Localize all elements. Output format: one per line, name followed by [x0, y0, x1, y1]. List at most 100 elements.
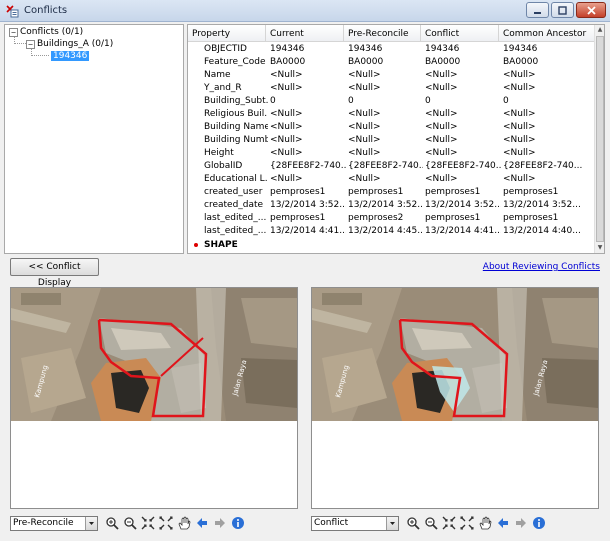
- cell-common-ancestor[interactable]: BA0000: [503, 56, 593, 69]
- cell-current[interactable]: BA0000: [270, 56, 346, 69]
- cell-pre-reconcile[interactable]: <Null>: [348, 69, 423, 82]
- attribute-grid[interactable]: Property Current Pre-Reconcile Conflict …: [187, 24, 605, 254]
- cell-current[interactable]: <Null>: [270, 69, 346, 82]
- pan-button[interactable]: [176, 515, 192, 531]
- cell-current[interactable]: <Null>: [270, 147, 346, 160]
- column-header-conflict[interactable]: Conflict: [421, 25, 499, 42]
- scroll-down-icon[interactable]: ▼: [595, 243, 604, 253]
- zoom-in-button[interactable]: [405, 515, 421, 531]
- table-row[interactable]: Building_Subt... 0 0 0 0: [188, 95, 596, 108]
- collapse-icon[interactable]: −: [26, 39, 35, 49]
- table-row[interactable]: GlobalID {28FEE8F2-740... {28FEE8F2-740...…: [188, 160, 596, 173]
- scrollbar-thumb[interactable]: [596, 36, 604, 242]
- table-row[interactable]: Height <Null> <Null> <Null> <Null>: [188, 147, 596, 160]
- column-header-pre-reconcile[interactable]: Pre-Reconcile: [344, 25, 421, 42]
- table-row[interactable]: last_edited_... 13/2/2014 4:41... 13/2/201…: [188, 225, 596, 238]
- right-view-select[interactable]: Conflict: [311, 515, 399, 531]
- zoom-out-button[interactable]: [423, 515, 439, 531]
- fixed-zoom-in-button[interactable]: [140, 515, 156, 531]
- cell-pre-reconcile[interactable]: <Null>: [348, 147, 423, 160]
- cell-common-ancestor[interactable]: <Null>: [503, 108, 593, 121]
- cell-common-ancestor[interactable]: <Null>: [503, 147, 593, 160]
- collapse-icon[interactable]: −: [9, 27, 18, 37]
- maximize-button[interactable]: [551, 2, 574, 18]
- chevron-down-icon[interactable]: [386, 516, 398, 530]
- cell-current[interactable]: <Null>: [270, 108, 346, 121]
- scroll-up-icon[interactable]: ▲: [595, 25, 604, 35]
- cell-current[interactable]: 194346: [270, 43, 346, 56]
- cell-common-ancestor[interactable]: <Null>: [503, 82, 593, 95]
- shape-row[interactable]: SHAPE: [188, 238, 596, 251]
- table-row[interactable]: last_edited_... pemproses1 pemproses2 pempr…: [188, 212, 596, 225]
- cell-pre-reconcile[interactable]: 0: [348, 95, 423, 108]
- cell-current[interactable]: pemproses1: [270, 212, 346, 225]
- cell-conflict[interactable]: 0: [425, 95, 501, 108]
- map-image[interactable]: Kampung Jalan Raya: [11, 288, 297, 421]
- cell-common-ancestor[interactable]: pemproses1: [503, 186, 593, 199]
- conflict-display-button[interactable]: << Conflict Display: [10, 258, 99, 288]
- cell-pre-reconcile[interactable]: <Null>: [348, 121, 423, 134]
- cell-conflict[interactable]: {28FEE8F2-740...: [425, 160, 501, 173]
- back-button[interactable]: [495, 515, 511, 531]
- cell-pre-reconcile[interactable]: <Null>: [348, 134, 423, 147]
- table-row[interactable]: Educational L... <Null> <Null> <Null> <Null>: [188, 173, 596, 186]
- cell-conflict[interactable]: 13/2/2014 4:41...: [425, 225, 501, 238]
- cell-pre-reconcile[interactable]: BA0000: [348, 56, 423, 69]
- left-view-select[interactable]: Pre-Reconcile: [10, 515, 98, 531]
- cell-current[interactable]: {28FEE8F2-740...: [270, 160, 346, 173]
- table-row[interactable]: Building Number<Null><Null><Null><Null>: [188, 134, 596, 147]
- zoom-in-button[interactable]: [104, 515, 120, 531]
- cell-conflict[interactable]: <Null>: [425, 69, 501, 82]
- close-button[interactable]: [576, 2, 606, 18]
- cell-common-ancestor[interactable]: 13/2/2014 3:52...: [503, 199, 593, 212]
- pan-button[interactable]: [477, 515, 493, 531]
- cell-conflict[interactable]: 13/2/2014 3:52...: [425, 199, 501, 212]
- grid-vertical-scrollbar[interactable]: ▲ ▼: [594, 25, 604, 253]
- cell-current[interactable]: 13/2/2014 4:41...: [270, 225, 346, 238]
- conflict-map-view[interactable]: Kampung Jalan Raya: [311, 287, 599, 509]
- cell-conflict[interactable]: BA0000: [425, 56, 501, 69]
- cell-common-ancestor[interactable]: <Null>: [503, 69, 593, 82]
- table-row[interactable]: created_date 13/2/2014 3:52... 13/2/2014 3…: [188, 199, 596, 212]
- table-row[interactable]: Religious Buil... <Null> <Null> <Null> <Null…: [188, 108, 596, 121]
- back-button[interactable]: [194, 515, 210, 531]
- cell-conflict[interactable]: <Null>: [425, 134, 501, 147]
- zoom-out-button[interactable]: [122, 515, 138, 531]
- table-row[interactable]: Building Name <Null> <Null> <Null> <Null>: [188, 121, 596, 134]
- cell-conflict[interactable]: <Null>: [425, 147, 501, 160]
- map-image[interactable]: Kampung Jalan Raya: [312, 288, 598, 421]
- cell-pre-reconcile[interactable]: <Null>: [348, 173, 423, 186]
- forward-button[interactable]: [212, 515, 228, 531]
- table-row[interactable]: Name <Null> <Null> <Null> <Null>: [188, 69, 596, 82]
- identify-button[interactable]: [230, 515, 246, 531]
- forward-button[interactable]: [513, 515, 529, 531]
- minimize-button[interactable]: [526, 2, 549, 18]
- cell-pre-reconcile[interactable]: <Null>: [348, 108, 423, 121]
- cell-conflict[interactable]: <Null>: [425, 108, 501, 121]
- column-header-common-ancestor[interactable]: Common Ancestor: [499, 25, 598, 42]
- cell-current[interactable]: <Null>: [270, 82, 346, 95]
- cell-conflict[interactable]: 194346: [425, 43, 501, 56]
- cell-common-ancestor[interactable]: 0: [503, 95, 593, 108]
- cell-common-ancestor[interactable]: <Null>: [503, 134, 593, 147]
- cell-current[interactable]: <Null>: [270, 173, 346, 186]
- table-row[interactable]: created_user pemproses1 pemproses1 pemprose…: [188, 186, 596, 199]
- tree-node-feature[interactable]: 194346: [51, 50, 90, 62]
- pre-reconcile-map-view[interactable]: Kampung Jalan Raya: [10, 287, 298, 509]
- cell-current[interactable]: 13/2/2014 3:52...: [270, 199, 346, 212]
- conflicts-tree[interactable]: − Conflicts (0/1) − Buildings_A (0/1) 19…: [4, 24, 184, 254]
- cell-conflict[interactable]: <Null>: [425, 173, 501, 186]
- cell-common-ancestor[interactable]: 13/2/2014 4:40...: [503, 225, 593, 238]
- cell-common-ancestor[interactable]: 194346: [503, 43, 593, 56]
- cell-conflict[interactable]: pemproses1: [425, 186, 501, 199]
- column-header-property[interactable]: Property: [188, 25, 266, 42]
- fixed-zoom-out-button[interactable]: [158, 515, 174, 531]
- cell-common-ancestor[interactable]: pemproses1: [503, 212, 593, 225]
- identify-button[interactable]: [531, 515, 547, 531]
- cell-pre-reconcile[interactable]: 13/2/2014 3:52...: [348, 199, 423, 212]
- cell-current[interactable]: 0: [270, 95, 346, 108]
- table-row[interactable]: OBJECTID 194346 194346 194346 194346: [188, 43, 596, 56]
- cell-pre-reconcile[interactable]: 13/2/2014 4:45...: [348, 225, 423, 238]
- cell-common-ancestor[interactable]: <Null>: [503, 173, 593, 186]
- cell-current[interactable]: pemproses1: [270, 186, 346, 199]
